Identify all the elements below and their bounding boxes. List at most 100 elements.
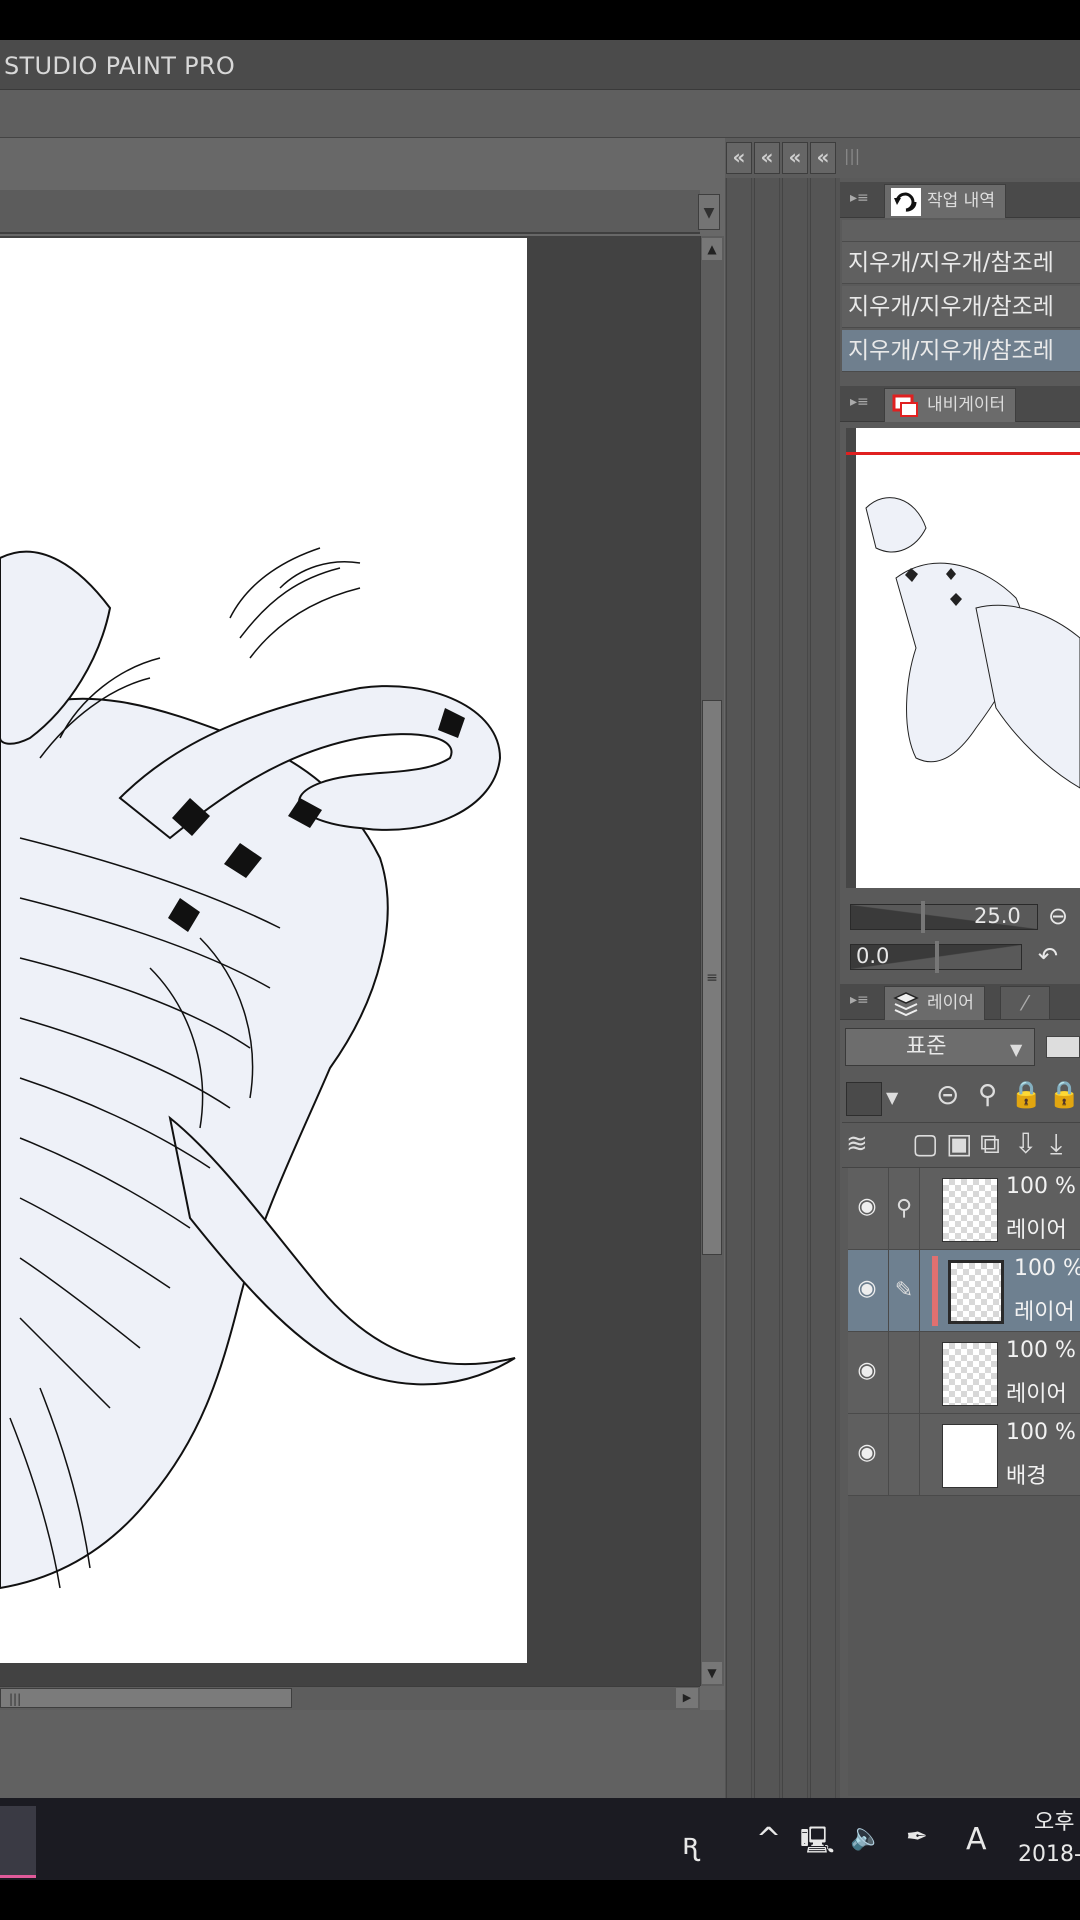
navigator-view-frame[interactable] [846, 452, 1080, 455]
scroll-up-arrow-icon[interactable]: ▲ [702, 238, 722, 260]
tab-navigator[interactable]: 내비게이터 [884, 388, 1017, 422]
show-hidden-icons-chevron-icon[interactable]: ^ [756, 1822, 781, 1857]
clock-time[interactable]: 오후 [1034, 1804, 1074, 1836]
taskbar-app-button[interactable] [0, 1806, 36, 1878]
expand-palette-icon[interactable]: « [726, 142, 752, 174]
history-list-item-selected[interactable]: 지우개/지우개/참조레 [842, 330, 1080, 372]
history-icon [891, 188, 921, 216]
layers-stack-icon[interactable]: ≋ [846, 1129, 868, 1159]
lock-icon[interactable]: 🔒 [1010, 1080, 1042, 1110]
clock-date[interactable]: 2018- [1018, 1842, 1080, 1867]
chevron-down-icon[interactable]: ▼ [886, 1088, 898, 1107]
volume-icon[interactable]: 🔈 [850, 1822, 882, 1852]
layer-name: 배경 [1006, 1464, 1047, 1489]
horizontal-scroll-thumb[interactable]: ||| [0, 1688, 292, 1708]
layer-thumbnail [942, 1424, 998, 1488]
rotation-value: 0.0 [856, 944, 890, 968]
panel-menu-icon[interactable]: ▸≡ [850, 190, 869, 206]
tab-history[interactable]: 작업 내역 [884, 184, 1006, 218]
layer-name: 레이어 [1006, 1218, 1067, 1243]
history-list-item[interactable] [842, 220, 1080, 242]
history-panel-header: ▸≡ 작업 내역 [840, 182, 1080, 218]
layer-thumbnail [948, 1260, 1004, 1324]
layer-name: 레이어 [1006, 1382, 1067, 1407]
layer-panel-header: ▸≡ 레이어 ⁄ [840, 984, 1080, 1020]
title-bar: STUDIO PAINT PRO [0, 40, 1080, 90]
reference-layer-icon[interactable]: ⚲ [978, 1080, 997, 1110]
expand-palette-icon[interactable]: « [782, 142, 808, 174]
collapsed-palette-column[interactable] [726, 178, 752, 1798]
app-title: STUDIO PAINT PRO [4, 52, 236, 80]
eye-icon[interactable]: ◉ [854, 1358, 880, 1384]
vertical-scroll-thumb[interactable]: ≡ [702, 700, 722, 1255]
layer-name: 레이어 [1014, 1300, 1075, 1325]
navigator-preview[interactable] [846, 428, 1080, 888]
input-indicator[interactable]: A [966, 1822, 987, 1857]
canvas-tab-bar [0, 190, 700, 234]
rotate-left-icon[interactable]: ↶ [1038, 942, 1058, 970]
eye-icon[interactable]: ◉ [854, 1440, 880, 1466]
new-raster-layer-icon[interactable]: ▢ [912, 1127, 938, 1160]
layer-lock-row: ▼ ⊝ ⚲ 🔒 🔒 [842, 1074, 1080, 1124]
expand-palette-icon[interactable]: « [754, 142, 780, 174]
layer-row-selected[interactable]: ◉ ✎ 100 % 레이어 [848, 1250, 1080, 1332]
zoom-control: 25.0 ⊖ [850, 900, 1080, 934]
zoom-value: 25.0 [974, 904, 1021, 928]
navigator-icon [892, 394, 918, 417]
collapsed-palette-column[interactable] [754, 178, 780, 1798]
layer-row[interactable]: ◉ 100 % 레이어 [848, 1332, 1080, 1414]
new-folder-icon[interactable]: ⧉ [980, 1127, 1000, 1161]
collapsed-palette-column[interactable] [810, 178, 836, 1798]
eye-icon[interactable]: ◉ [854, 1276, 880, 1302]
transfer-down-icon[interactable]: ⇩ [1014, 1127, 1037, 1160]
collapsed-palette-column[interactable] [782, 178, 808, 1798]
navigator-thumbnail [865, 497, 1080, 789]
pen-workspace-icon[interactable]: ✒ [906, 1822, 928, 1852]
merge-icon[interactable]: ⤓ [1050, 1127, 1062, 1161]
tab-layer-property[interactable]: ⁄ [1000, 986, 1050, 1020]
eye-icon[interactable]: ◉ [854, 1194, 880, 1220]
layer-list-empty-area[interactable] [848, 1496, 1080, 1796]
opacity-slider[interactable] [1046, 1036, 1080, 1058]
dock-grip-handle[interactable]: ||| [840, 138, 1080, 178]
canvas-tab-dropdown-button[interactable]: ▼ [698, 194, 720, 230]
top-letterbox [0, 0, 1080, 40]
layer-color-swatch[interactable] [846, 1082, 882, 1116]
layers-icon [893, 992, 919, 1017]
layer-thumbnail [942, 1178, 998, 1242]
scroll-down-arrow-icon[interactable]: ▼ [702, 1662, 722, 1684]
people-icon[interactable]: ꭆ [682, 1822, 698, 1863]
rotation-control: 0.0 ↶ [850, 940, 1080, 974]
drawing-canvas[interactable] [0, 238, 527, 1663]
scroll-right-arrow-icon[interactable]: ▶ [676, 1688, 698, 1708]
layer-command-bar: ≋ ▢ ▣ ⧉ ⇩ ⤓ [842, 1122, 1080, 1168]
tab-layer[interactable]: 레이어 [884, 986, 985, 1020]
chevron-down-icon[interactable]: ▼ [1010, 1040, 1022, 1059]
layer-row[interactable]: ◉ ⚲ 100 % 레이어 [848, 1168, 1080, 1250]
canvas-status-area [0, 1710, 725, 1798]
history-list-item[interactable]: 지우개/지우개/참조레 [842, 286, 1080, 328]
reference-icon[interactable]: ⚲ [888, 1168, 920, 1250]
clipping-icon[interactable]: ⊝ [936, 1078, 959, 1111]
navigator-panel-header: ▸≡ 내비게이터 [840, 386, 1080, 422]
layer-opacity: 100 % [1014, 1256, 1080, 1281]
network-icon[interactable]: 🖳 [800, 1822, 835, 1866]
panel-menu-icon[interactable]: ▸≡ [850, 394, 869, 410]
layer-status-cell [888, 1414, 920, 1496]
expand-palette-icon[interactable]: « [810, 142, 836, 174]
panel-menu-icon[interactable]: ▸≡ [850, 992, 869, 1008]
blend-mode-select[interactable]: 표준 [845, 1028, 1035, 1066]
layer-color-marker [932, 1256, 938, 1326]
history-list-item[interactable]: 지우개/지우개/참조레 [842, 242, 1080, 284]
navigator-tab-label: 내비게이터 [927, 395, 1006, 415]
artwork-illustration [0, 547, 516, 1590]
zoom-out-icon[interactable]: ⊖ [1048, 902, 1068, 930]
layer-row[interactable]: ◉ 100 % 배경 [848, 1414, 1080, 1496]
history-tab-label: 작업 내역 [927, 191, 995, 211]
lock-transparent-icon[interactable]: 🔒 [1048, 1080, 1080, 1110]
blend-mode-value: 표준 [906, 1034, 947, 1059]
new-vector-layer-icon[interactable]: ▣ [946, 1127, 972, 1160]
layer-opacity: 100 % [1006, 1174, 1076, 1199]
history-item-label: 지우개/지우개/참조레 [848, 338, 1054, 364]
brush-icon[interactable]: ✎ [888, 1250, 920, 1332]
